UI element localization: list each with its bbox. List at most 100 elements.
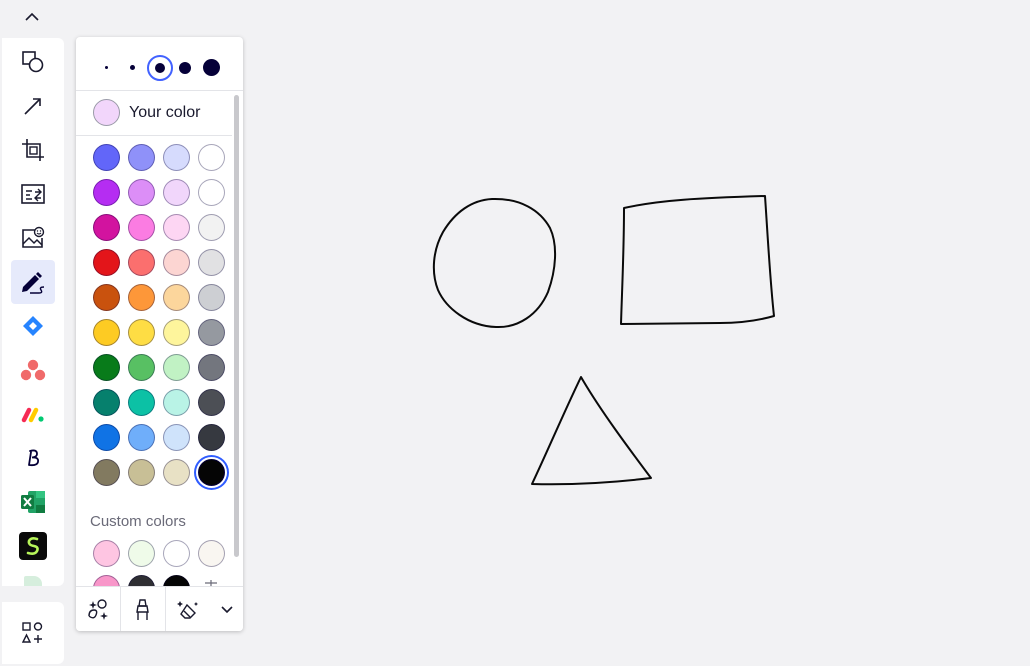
color-list-scrollbar[interactable] — [234, 95, 239, 557]
monday-icon — [21, 407, 44, 423]
shape-recognition-icon — [88, 598, 108, 620]
monday-app-button[interactable] — [11, 392, 55, 436]
color-swatch[interactable] — [198, 249, 225, 276]
color-swatch[interactable] — [198, 179, 225, 206]
color-swatch[interactable] — [93, 575, 120, 586]
color-swatch[interactable] — [128, 249, 155, 276]
your-color-swatch[interactable] — [93, 99, 120, 126]
color-swatch[interactable] — [93, 459, 120, 486]
frame-icon — [22, 139, 44, 161]
drawn-triangle[interactable] — [531, 376, 652, 486]
shapes-tool-button[interactable] — [11, 40, 55, 84]
collapse-toolbar-button[interactable] — [20, 6, 44, 28]
color-swatch[interactable] — [93, 284, 120, 311]
color-swatch[interactable] — [198, 284, 225, 311]
pen-settings-panel: Your color Custom colors — [76, 37, 243, 631]
stroke-size-4[interactable] — [179, 62, 191, 74]
color-swatch[interactable] — [198, 389, 225, 416]
color-swatch[interactable] — [128, 319, 155, 346]
color-swatch[interactable] — [128, 540, 155, 567]
color-swatch[interactable] — [163, 214, 190, 241]
drawn-rectangle[interactable] — [620, 195, 775, 325]
color-swatch[interactable] — [93, 389, 120, 416]
cards-icon — [21, 184, 45, 204]
upload-tool-button[interactable] — [11, 216, 55, 260]
pen-panel-footer — [76, 586, 243, 631]
color-swatch[interactable] — [93, 249, 120, 276]
drawn-circle[interactable] — [432, 197, 557, 329]
custom-colors-label: Custom colors — [90, 513, 186, 530]
asana-app-button[interactable] — [11, 348, 55, 392]
s-app-button[interactable] — [11, 524, 55, 568]
creation-toolbar — [2, 38, 64, 586]
pen-icon — [22, 272, 45, 294]
color-swatch[interactable] — [128, 575, 155, 586]
color-swatch[interactable] — [128, 459, 155, 486]
your-color-label: Your color — [129, 104, 201, 121]
color-swatch[interactable] — [93, 354, 120, 381]
highlighter-button[interactable] — [121, 587, 165, 631]
color-swatch[interactable] — [198, 424, 225, 451]
color-swatch[interactable] — [163, 575, 190, 586]
chevron-down-icon — [221, 606, 233, 614]
color-swatch[interactable] — [163, 424, 190, 451]
shape-recognition-button[interactable] — [76, 587, 120, 631]
color-swatch[interactable] — [163, 459, 190, 486]
s-app-icon — [19, 532, 47, 560]
color-swatch[interactable] — [163, 540, 190, 567]
color-swatch[interactable] — [128, 214, 155, 241]
color-swatch[interactable] — [128, 284, 155, 311]
color-swatch[interactable] — [198, 540, 225, 567]
color-swatch[interactable] — [163, 319, 190, 346]
more-apps-button[interactable] — [2, 602, 64, 664]
color-list: Your color Custom colors — [76, 92, 243, 586]
color-swatch[interactable] — [93, 144, 120, 171]
color-swatch[interactable] — [163, 284, 190, 311]
frame-tool-button[interactable] — [11, 128, 55, 172]
chevron-up-icon — [25, 12, 39, 21]
color-swatch[interactable] — [128, 354, 155, 381]
stroke-size-2[interactable] — [130, 65, 135, 70]
color-swatch[interactable] — [163, 389, 190, 416]
excel-app-button[interactable] — [11, 480, 55, 524]
color-swatch[interactable] — [198, 459, 225, 486]
cards-tool-button[interactable] — [11, 172, 55, 216]
color-swatch[interactable] — [163, 249, 190, 276]
stroke-size-picker — [76, 37, 243, 91]
highlighter-icon — [136, 598, 149, 620]
color-swatch[interactable] — [93, 319, 120, 346]
color-swatch[interactable] — [163, 354, 190, 381]
arrow-line-icon — [24, 98, 41, 115]
jira-app-button[interactable] — [11, 304, 55, 348]
color-swatch[interactable] — [198, 354, 225, 381]
color-swatch[interactable] — [128, 389, 155, 416]
jira-icon — [23, 316, 43, 336]
eraser-icon — [177, 600, 198, 619]
excel-icon — [21, 491, 45, 513]
pen-tool-button[interactable] — [11, 260, 55, 304]
scroll-peek-icon — [24, 576, 42, 586]
whiteboard-canvas[interactable] — [250, 0, 1030, 666]
color-swatch[interactable] — [128, 144, 155, 171]
your-color-row[interactable]: Your color — [76, 92, 232, 136]
stroke-size-5[interactable] — [203, 59, 220, 76]
b-logo-icon — [28, 449, 40, 467]
asana-icon — [20, 359, 46, 381]
eraser-button[interactable] — [166, 587, 212, 631]
stroke-size-1[interactable] — [105, 66, 108, 69]
color-swatch[interactable] — [93, 179, 120, 206]
color-swatch[interactable] — [93, 424, 120, 451]
color-swatch[interactable] — [198, 319, 225, 346]
b-app-button[interactable] — [11, 436, 55, 480]
color-swatch[interactable] — [93, 540, 120, 567]
connection-line-tool-button[interactable] — [11, 84, 55, 128]
color-swatch[interactable] — [163, 179, 190, 206]
color-swatch[interactable] — [128, 179, 155, 206]
color-swatch[interactable] — [198, 214, 225, 241]
color-swatch[interactable] — [198, 144, 225, 171]
color-swatch[interactable] — [93, 214, 120, 241]
color-swatch[interactable] — [128, 424, 155, 451]
color-swatch[interactable] — [163, 144, 190, 171]
stroke-size-3[interactable] — [155, 63, 165, 73]
more-options-button[interactable] — [212, 587, 242, 631]
